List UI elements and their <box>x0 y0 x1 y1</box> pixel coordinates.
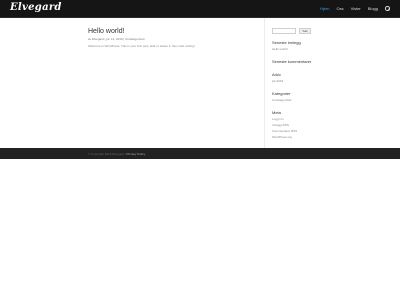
meta-wordpress-link[interactable]: WordPress.org <box>272 135 316 139</box>
post-category[interactable]: Uncategorized <box>125 37 144 41</box>
sidebar-search: Søk <box>272 28 316 34</box>
search-input[interactable] <box>272 28 296 34</box>
sidebar: Søk Seneste innlegg Hello world! Seneste… <box>272 28 316 147</box>
post-author[interactable]: av Elvegard <box>88 37 104 41</box>
main-nav: Hjem Oss Vister Blogg <box>320 0 390 17</box>
widget-title: Meta <box>272 110 281 115</box>
sidebar-divider <box>264 18 265 148</box>
widget-title: Arkiv <box>272 72 281 77</box>
widget-title: Seneste kommentarer <box>272 59 312 64</box>
nav-item-blogg[interactable]: Blogg <box>368 6 378 11</box>
meta-login-link[interactable]: Logg inn <box>272 117 316 121</box>
widget-recent-comments: Seneste kommentarer <box>272 59 316 64</box>
category-link[interactable]: Uncategorized <box>272 98 316 102</box>
search-button[interactable]: Søk <box>299 28 311 34</box>
meta-posts-rss-link[interactable]: Innlegg RSS <box>272 123 316 127</box>
widget-categories: Kategorier Uncategorized <box>272 91 316 102</box>
nav-item-hjem[interactable]: Hjem <box>320 6 329 11</box>
main-content: Hello world! av Elvegard | jul. 12, 2019… <box>88 28 258 48</box>
site-header: Elvegard Hjem Oss Vister Blogg <box>0 0 400 18</box>
nav-item-oss[interactable]: Oss <box>336 6 343 11</box>
post-meta: av Elvegard | jul. 12, 2019 | Uncategori… <box>88 37 145 41</box>
site-logo[interactable]: Elvegard <box>10 2 62 13</box>
widget-recent-posts: Seneste innlegg Hello world! <box>272 40 316 51</box>
recent-post-link[interactable]: Hello world! <box>272 47 316 51</box>
widget-meta: Meta Logg inn Innlegg RSS Kommentarer RS… <box>272 110 316 139</box>
site-footer: © Copyright 2019 Elvegard | Privacy Poli… <box>0 148 400 159</box>
search-icon[interactable] <box>385 6 390 11</box>
widget-title: Kategorier <box>272 91 291 96</box>
post-date: jul. 12, 2019 <box>106 37 123 41</box>
nav-item-vister[interactable]: Vister <box>351 6 361 11</box>
widget-archive: Arkiv juli 2019 <box>272 72 316 83</box>
post-title[interactable]: Hello world! <box>88 28 258 35</box>
privacy-policy-link[interactable]: Privacy Policy <box>127 152 146 156</box>
archive-link[interactable]: juli 2019 <box>272 79 316 83</box>
footer-text: © Copyright 2019 Elvegard | Privacy Poli… <box>88 152 145 156</box>
footer-copyright: © Copyright 2019 Elvegard | <box>88 152 126 156</box>
post-excerpt: Welcome to WordPress. This is your first… <box>88 44 195 48</box>
widget-title: Seneste innlegg <box>272 40 301 45</box>
meta-comments-rss-link[interactable]: Kommentarer RSS <box>272 129 316 133</box>
